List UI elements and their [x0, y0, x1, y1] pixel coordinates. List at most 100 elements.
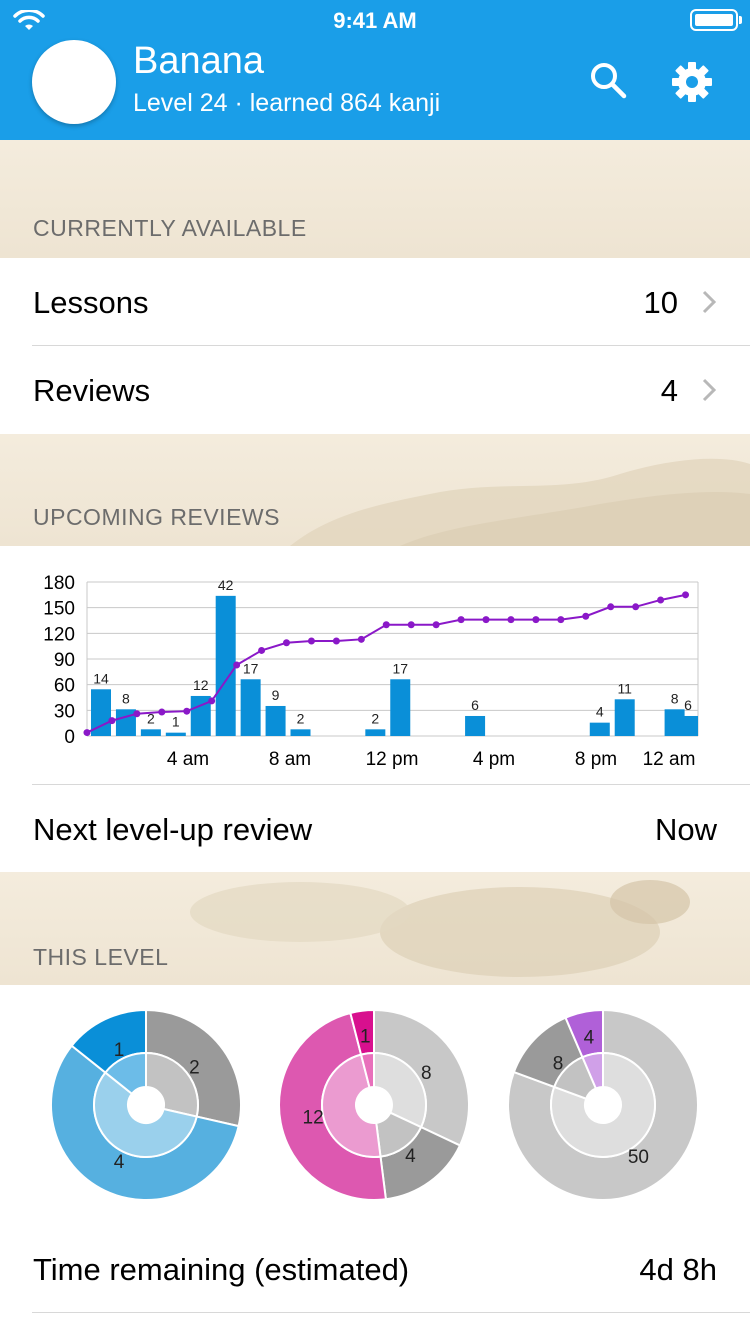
bar-value-label: 4 [596, 704, 604, 720]
battery-icon [690, 9, 738, 31]
gear-icon[interactable] [670, 60, 714, 104]
cumulative-point [108, 717, 116, 725]
cumulative-point [682, 591, 690, 599]
bar [240, 679, 261, 736]
level-progress-charts: 241841215084 [50, 1008, 699, 1201]
section-title: CURRENTLY AVAILABLE [33, 215, 307, 241]
next-level-up-label: Next level-up review [33, 812, 313, 847]
currently-available-section-header: CURRENTLY AVAILABLE [0, 140, 750, 258]
cumulative-point [332, 637, 340, 645]
cumulative-point [158, 708, 166, 716]
y-tick-label: 180 [43, 573, 75, 594]
cumulative-point [357, 635, 365, 643]
avatar[interactable] [32, 40, 116, 124]
lessons-row[interactable]: Lessons 10 [0, 258, 750, 346]
kanji-segment-label: 12 [303, 1108, 324, 1129]
y-tick-label: 90 [54, 650, 75, 671]
bar-value-label: 6 [471, 697, 479, 713]
reviews-count: 4 [660, 373, 678, 408]
cumulative-point [532, 616, 540, 624]
bar [365, 729, 386, 736]
status-time: 9:41 AM [333, 8, 417, 33]
this-level-panel: 2 4 1 8 4 12 1 50 8 4 Time remaining (estimated) … [0, 985, 750, 1334]
user-level-summary: Level 24 · learned 864 kanji [133, 89, 441, 117]
bar-value-label: 17 [392, 660, 408, 676]
battery-tip [739, 16, 742, 24]
this-level-section-header: THIS LEVEL [0, 872, 750, 985]
bar-value-label: 2 [371, 710, 379, 726]
cumulative-point [557, 616, 565, 624]
kanji-segment-label: 1 [360, 1027, 371, 1048]
cumulative-point [183, 707, 191, 715]
bar-value-label: 6 [684, 697, 692, 713]
bar-value-label: 17 [243, 660, 259, 676]
time-remaining-row: Time remaining (estimated) 4d 8h [0, 1225, 750, 1313]
upcoming-reviews-panel: 0 30 60 90 120 150 180 14 8 2 1 12 42 17 9 2 2 17 6 4 11 8 6 4 … [0, 546, 750, 872]
cumulative-point [407, 621, 415, 629]
upcoming-reviews-chart: 03060901201501801482 112421792 2176 4118 64 … [43, 573, 699, 770]
bar-value-label: 14 [93, 670, 109, 686]
x-tick-label: 12 pm [366, 749, 419, 770]
cumulative-point [258, 646, 266, 654]
cumulative-point [507, 616, 515, 624]
y-tick-label: 150 [43, 599, 75, 620]
upcoming-reviews-section-header: UPCOMING REVIEWS [0, 434, 750, 546]
next-level-up-row: Next level-up review Now [0, 785, 750, 873]
kanji-center [356, 1087, 392, 1123]
cumulative-point [307, 637, 315, 645]
bar-value-label: 1 [172, 714, 180, 730]
bar-value-label: 2 [297, 710, 305, 726]
y-tick-label: 30 [54, 701, 75, 722]
currently-available-list: Lessons 10 Reviews 4 [0, 258, 750, 434]
chevron-right-icon [702, 290, 716, 314]
app-header: 9:41 AM Banana Level 24 · learned 864 ka… [0, 0, 750, 140]
y-tick-label: 0 [64, 727, 75, 748]
x-tick-label: 4 am [167, 749, 209, 770]
reviews-row[interactable]: Reviews 4 [0, 346, 750, 434]
bar [589, 722, 610, 736]
bar [290, 729, 311, 736]
y-tick-label: 120 [43, 624, 75, 645]
next-level-up-value: Now [654, 812, 717, 847]
vocabulary-segment-label: 50 [628, 1147, 649, 1168]
cumulative-point [607, 603, 615, 611]
kanji-segment-label: 8 [421, 1063, 432, 1084]
bar [140, 729, 161, 736]
vocabulary-segment-label: 4 [584, 1027, 595, 1048]
cumulative-point [233, 661, 241, 669]
cumulative-point [482, 616, 490, 624]
bar [115, 709, 136, 736]
section-title: UPCOMING REVIEWS [33, 504, 280, 530]
bar [265, 705, 286, 736]
lessons-label: Lessons [33, 285, 149, 320]
search-icon[interactable] [588, 60, 628, 100]
cumulative-point [457, 616, 465, 624]
bar [614, 699, 635, 736]
chevron-right-icon [702, 378, 716, 402]
cumulative-point [632, 603, 640, 611]
bar [465, 715, 486, 736]
cumulative-point [208, 697, 216, 705]
bar-value-label: 42 [218, 577, 234, 593]
x-tick-label: 4 pm [473, 749, 515, 770]
cumulative-point [657, 596, 665, 604]
cumulative-point [432, 621, 440, 629]
cumulative-point [83, 729, 91, 737]
radicals-center [128, 1087, 164, 1123]
x-tick-label: 8 am [269, 749, 311, 770]
bar [678, 715, 698, 736]
bar-value-label: 12 [193, 677, 209, 693]
bar-value-label: 8 [671, 690, 679, 706]
kanji-segment-label: 4 [405, 1146, 416, 1167]
divider [32, 1312, 750, 1313]
bar [390, 679, 411, 736]
y-tick-label: 60 [54, 676, 75, 697]
section-title: THIS LEVEL [33, 944, 169, 970]
bar-value-label: 11 [617, 680, 632, 696]
cumulative-point [283, 639, 291, 647]
reviews-label: Reviews [33, 373, 151, 408]
bar-value-label: 9 [272, 687, 280, 703]
time-remaining-label: Time remaining (estimated) [33, 1252, 410, 1287]
bar [215, 595, 236, 736]
cumulative-point [382, 621, 390, 629]
